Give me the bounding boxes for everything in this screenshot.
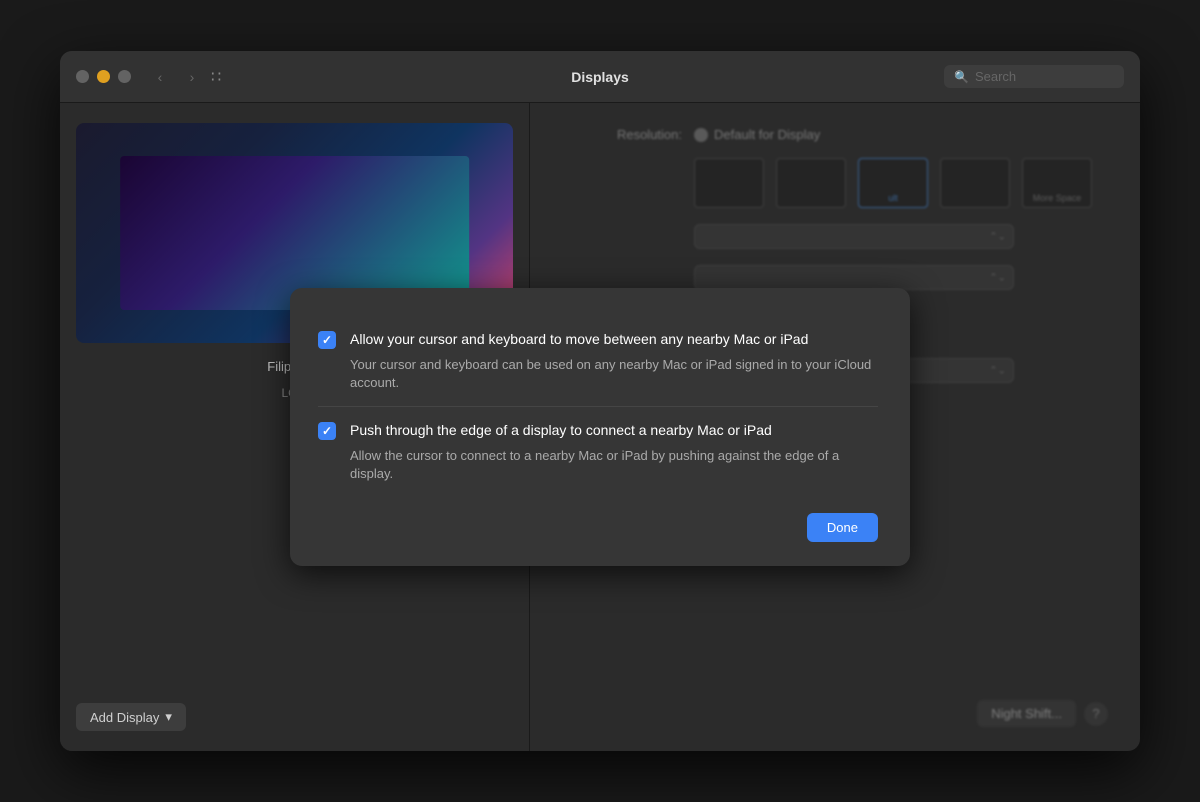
modal-item-2-desc: Allow the cursor to connect to a nearby … xyxy=(350,447,878,483)
back-button[interactable]: ‹ xyxy=(147,64,173,90)
modal-overlay: ✓ Allow your cursor and keyboard to move… xyxy=(60,103,1140,751)
main-window: ‹ › ∷ Displays 🔍 Search Filipe's M LG 4 … xyxy=(60,51,1140,751)
nav-buttons: ‹ › xyxy=(147,64,205,90)
checkmark-1: ✓ xyxy=(322,334,332,346)
checkbox-2[interactable]: ✓ xyxy=(318,422,336,440)
grid-icon[interactable]: ∷ xyxy=(211,67,221,87)
forward-button[interactable]: › xyxy=(179,64,205,90)
modal-dialog: ✓ Allow your cursor and keyboard to move… xyxy=(290,288,910,566)
modal-item-1-content: Allow your cursor and keyboard to move b… xyxy=(350,330,878,392)
modal-item-1: ✓ Allow your cursor and keyboard to move… xyxy=(318,316,878,406)
traffic-lights xyxy=(76,70,131,83)
window-title: Displays xyxy=(571,69,629,85)
modal-item-2-title: Push through the edge of a display to co… xyxy=(350,421,878,441)
modal-item-1-desc: Your cursor and keyboard can be used on … xyxy=(350,356,878,392)
checkbox-1[interactable]: ✓ xyxy=(318,331,336,349)
modal-item-2: ✓ Push through the edge of a display to … xyxy=(318,406,878,497)
close-button[interactable] xyxy=(76,70,89,83)
search-box[interactable]: 🔍 Search xyxy=(944,65,1124,88)
search-icon: 🔍 xyxy=(954,70,969,84)
titlebar: ‹ › ∷ Displays 🔍 Search xyxy=(60,51,1140,103)
checkbox-wrapper-1: ✓ xyxy=(318,331,336,392)
content-area: Filipe's M LG 4 Add Display ▾ Resolution… xyxy=(60,103,1140,751)
modal-footer: Done xyxy=(318,497,878,542)
minimize-button[interactable] xyxy=(97,70,110,83)
search-placeholder: Search xyxy=(975,69,1016,84)
checkbox-wrapper-2: ✓ xyxy=(318,422,336,483)
maximize-button[interactable] xyxy=(118,70,131,83)
checkmark-2: ✓ xyxy=(322,425,332,437)
modal-item-1-title: Allow your cursor and keyboard to move b… xyxy=(350,330,878,350)
done-button[interactable]: Done xyxy=(807,513,878,542)
modal-item-2-content: Push through the edge of a display to co… xyxy=(350,421,878,483)
